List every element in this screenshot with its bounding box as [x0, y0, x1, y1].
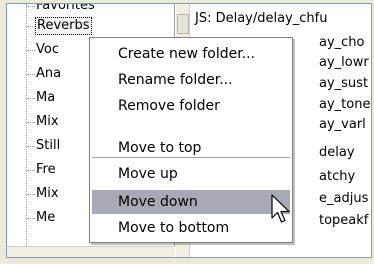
tree-item-label: Favorites — [36, 3, 95, 13]
tree-connector — [27, 146, 35, 147]
tree-connector — [27, 170, 35, 171]
tree-item-label: Mix — [36, 186, 59, 201]
context-menu: Create new folder... Rename folder... Re… — [89, 37, 293, 243]
tree-connector — [27, 50, 35, 51]
menu-item-move-to-top[interactable]: Move to top — [92, 136, 290, 160]
tree-item-label: Me — [36, 210, 56, 225]
list-item[interactable]: ay_cho — [319, 34, 365, 52]
list-item[interactable]: e_adjus — [319, 190, 368, 208]
tree-item-label: Still — [36, 138, 61, 153]
tree-connector — [27, 74, 35, 75]
tree-connector — [27, 122, 35, 123]
menu-item-move-up[interactable]: Move up — [92, 162, 290, 186]
menu-item-rename-folder[interactable]: Rename folder... — [92, 68, 290, 92]
list-item[interactable]: ay_varl — [319, 116, 366, 134]
list-item[interactable]: delay — [319, 144, 355, 162]
tree-item-label: Voc — [36, 42, 59, 57]
arrow-cursor-icon — [271, 194, 290, 223]
scrollbar-thumb[interactable] — [177, 14, 189, 34]
menu-item-move-down[interactable]: Move down — [92, 190, 290, 214]
list-item[interactable]: ay_tone — [319, 96, 370, 114]
tree-item-label: Ana — [36, 66, 62, 81]
list-item[interactable]: JS: Delay/delay_chfu — [195, 10, 327, 28]
tree-connector — [27, 26, 35, 27]
tree-connector — [27, 218, 35, 219]
menu-item-remove-folder[interactable]: Remove folder — [92, 94, 290, 118]
tree-connector — [27, 6, 35, 7]
tree-connector — [27, 98, 35, 99]
list-item[interactable]: atchy — [319, 168, 355, 186]
tree-item-label: Ma — [36, 90, 56, 105]
tree-horizontal-scrollbar[interactable] — [7, 246, 175, 257]
menu-item-create-new-folder[interactable]: Create new folder... — [92, 42, 290, 66]
tree-item-label: Reverbs — [35, 17, 92, 35]
tree-item-label: Fre — [36, 162, 56, 177]
tree-item-reverbs[interactable]: Reverbs — [7, 16, 175, 36]
tree-item-label: Mix — [36, 114, 59, 129]
list-item[interactable]: ay_lowr — [319, 54, 369, 72]
menu-item-move-to-bottom[interactable]: Move to bottom — [92, 216, 290, 240]
list-item[interactable]: topeakf — [319, 212, 368, 230]
list-item[interactable]: ay_sust — [319, 75, 368, 93]
tree-item-favorites[interactable]: Favorites — [7, 3, 175, 16]
tree-connector — [27, 194, 35, 195]
